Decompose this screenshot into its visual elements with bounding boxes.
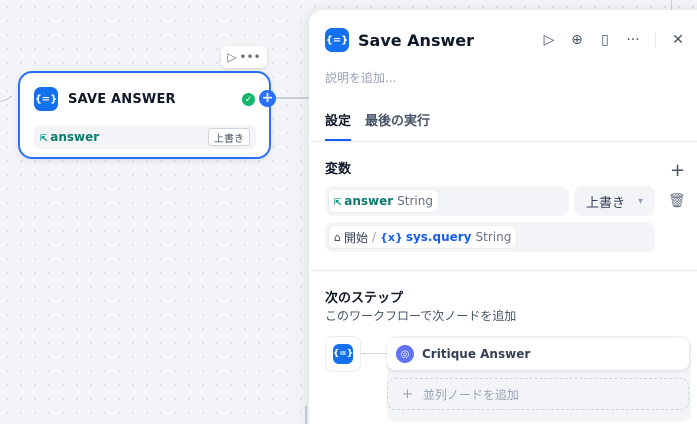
assigned-variable-chip: ⇱ answer String <box>329 190 438 212</box>
path-separator: / <box>372 230 377 244</box>
save-answer-node[interactable]: {=} SAVE ANSWER ✓ ⇱ answer 上書き <box>18 71 271 159</box>
close-icon[interactable]: ✕ <box>664 29 692 51</box>
success-check-icon: ✓ <box>242 93 255 106</box>
node-variable-row: ⇱ answer 上書き <box>34 125 256 149</box>
write-mode-select[interactable]: 上書き ▾ <box>574 186 655 216</box>
next-step-section-label: 次のステップ <box>325 291 404 306</box>
mode-badge: 上書き <box>208 128 250 146</box>
variable-assigner-icon: {=} <box>34 87 58 111</box>
source-variable-chip: ⌂ 開始 / {x} sys.query String <box>329 226 517 248</box>
assigned-variable-type: String <box>397 194 433 208</box>
source-variable-name: sys.query <box>405 230 472 244</box>
variable-assigner-icon: {=} <box>333 344 353 364</box>
panel-actions: ▷ ⊕ ▯ ··· ✕ <box>535 29 692 51</box>
incoming-edge <box>0 30 18 102</box>
next-node-name: Critique Answer <box>422 347 531 361</box>
more-icon[interactable]: ··· <box>619 29 647 51</box>
variable-icon: ⇱ <box>40 130 48 144</box>
outgoing-edge <box>275 97 309 99</box>
write-mode-value: 上書き <box>586 195 626 211</box>
source-variable-field[interactable]: ⌂ 開始 / {x} sys.query String <box>325 222 655 252</box>
variable-assigner-icon: {=} <box>325 28 349 52</box>
target-icon[interactable]: ⊕ <box>563 29 591 51</box>
edge-segment <box>305 406 307 424</box>
node-toolbar: ▷ ••• <box>221 46 267 68</box>
more-horizontal-icon[interactable]: ••• <box>239 50 260 64</box>
book-icon[interactable]: ▯ <box>591 29 619 51</box>
source-variable-type: String <box>475 230 512 244</box>
tab-settings[interactable]: 設定 <box>325 110 352 141</box>
node-config-panel: {=} Save Answer ▷ ⊕ ▯ ··· ✕ 説明を追加... 設定 … <box>309 10 697 424</box>
panel-title[interactable]: Save Answer <box>358 31 474 50</box>
plus-icon: + <box>402 386 413 402</box>
next-nodes-box: ◎ Critique Answer + 並列ノードを追加 <box>387 336 691 422</box>
connector-line <box>361 353 387 354</box>
add-variable-icon[interactable]: + <box>670 160 685 181</box>
llm-node-icon: ◎ <box>396 345 414 363</box>
add-next-node-button[interactable]: + <box>259 90 276 107</box>
add-parallel-label: 並列ノードを追加 <box>422 387 519 402</box>
tab-last-run[interactable]: 最後の実行 <box>365 110 430 141</box>
add-parallel-node-button[interactable]: + 並列ノードを追加 <box>387 378 689 410</box>
panel-tabs: 設定 最後の実行 <box>325 110 444 141</box>
source-node-name: 開始 <box>343 230 368 245</box>
trash-icon[interactable]: 🗑 <box>668 193 686 209</box>
node-header: {=} SAVE ANSWER <box>34 87 176 111</box>
home-icon: ⌂ <box>334 230 341 244</box>
divider <box>655 32 656 48</box>
chevron-down-icon: ▾ <box>637 195 643 207</box>
next-node-item[interactable]: ◎ Critique Answer <box>387 338 689 370</box>
divider <box>309 141 697 142</box>
node-title: SAVE ANSWER <box>68 91 176 107</box>
divider <box>309 270 697 271</box>
panel-header: {=} Save Answer <box>325 28 474 52</box>
description-input[interactable]: 説明を追加... <box>325 69 396 86</box>
current-node-chip: {=} <box>325 336 361 372</box>
variables-section-label: 変数 <box>325 162 352 177</box>
variable-icon: ⇱ <box>334 194 342 208</box>
assigned-variable-name: answer <box>344 194 394 208</box>
play-icon[interactable]: ▷ <box>227 50 236 64</box>
system-variable-icon: {x} <box>380 230 403 244</box>
node-variable-name: answer <box>50 130 100 144</box>
next-step-description: このワークフローで次ノードを追加 <box>325 309 517 323</box>
run-icon[interactable]: ▷ <box>535 29 563 51</box>
assigned-variable-field[interactable]: ⇱ answer String <box>325 186 569 216</box>
